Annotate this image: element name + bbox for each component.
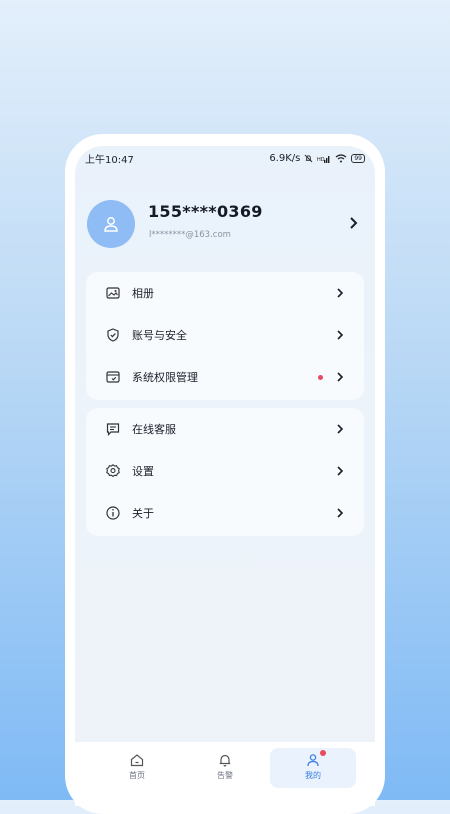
tab-mine[interactable]: 我的	[270, 748, 356, 788]
menu-item-label: 设置	[132, 465, 154, 478]
menu-item-label: 账号与安全	[132, 329, 187, 342]
menu-item-system-permissions[interactable]: 系统权限管理	[86, 356, 364, 398]
tab-label: 首页	[129, 771, 145, 780]
tab-home[interactable]: 首页	[94, 748, 180, 788]
bottom-tab-bar: 首页 告警 我的	[75, 742, 375, 806]
battery-indicator: 99	[351, 153, 365, 163]
info-icon	[106, 506, 120, 520]
profile-phone: 155****0369	[148, 202, 263, 221]
app-screen: 上午10:47 6.9K/s HD 99 155****0369 l******…	[75, 146, 375, 806]
menu-item-label: 系统权限管理	[132, 371, 198, 384]
menu-item-album[interactable]: 相册	[86, 272, 364, 314]
tab-label: 告警	[217, 771, 233, 780]
notification-dot	[320, 750, 326, 756]
menu-item-about[interactable]: 关于	[86, 492, 364, 534]
status-time: 上午10:47	[85, 154, 134, 166]
menu-card-secondary: 在线客服 设置 关于	[86, 408, 364, 536]
signal-icon: HD	[317, 155, 330, 163]
chevron-right-icon	[337, 424, 344, 434]
menu-card-primary: 相册 账号与安全 系统权限管理	[86, 272, 364, 400]
profile-email: l********@163.com	[149, 230, 231, 240]
avatar[interactable]	[87, 200, 135, 248]
menu-item-settings[interactable]: 设置	[86, 450, 364, 492]
user-avatar-icon	[104, 217, 118, 232]
bell-icon	[219, 754, 231, 767]
chevron-right-icon	[337, 508, 344, 518]
shield-check-icon	[107, 328, 119, 342]
chat-icon	[106, 423, 120, 436]
gear-icon	[106, 464, 120, 478]
tab-label: 我的	[305, 771, 321, 780]
user-icon	[307, 754, 319, 767]
status-right: 6.9K/s HD 99	[269, 153, 365, 164]
menu-item-label: 在线客服	[132, 423, 176, 436]
profile-header[interactable]: 155****0369 l********@163.com	[87, 200, 363, 252]
chevron-right-icon	[337, 288, 344, 298]
wifi-icon	[335, 153, 347, 162]
tab-alerts[interactable]: 告警	[182, 748, 268, 788]
photo-album-icon	[106, 287, 120, 299]
menu-item-label: 相册	[132, 287, 154, 300]
chevron-right-icon[interactable]	[345, 215, 361, 231]
menu-item-account-security[interactable]: 账号与安全	[86, 314, 364, 356]
status-bar: 上午10:47 6.9K/s HD 99	[85, 150, 365, 166]
network-speed: 6.9K/s	[269, 152, 301, 164]
permission-calendar-icon	[106, 371, 120, 383]
menu-item-online-service[interactable]: 在线客服	[86, 408, 364, 450]
notification-dot	[318, 375, 323, 380]
svg-text:HD: HD	[317, 157, 325, 163]
home-icon	[130, 754, 144, 767]
chevron-right-icon	[337, 372, 344, 382]
chevron-right-icon	[337, 466, 344, 476]
menu-item-label: 关于	[132, 507, 154, 520]
chevron-right-icon	[337, 330, 344, 340]
mute-bell-icon	[304, 154, 313, 162]
